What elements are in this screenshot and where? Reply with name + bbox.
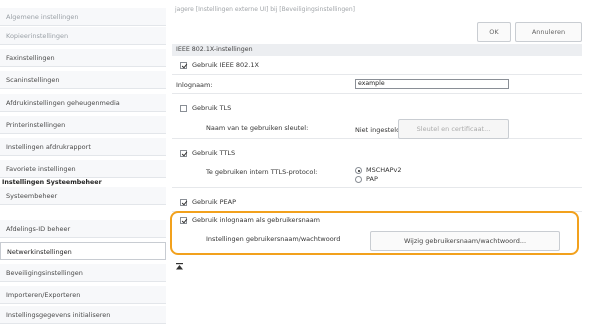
sidebar-item-favorites[interactable]: Favoriete instellingen bbox=[0, 160, 166, 178]
use-ttls-checkbox[interactable] bbox=[180, 150, 187, 157]
sidebar-item-media-print[interactable]: Afdrukinstellingen geheugenmedia bbox=[0, 94, 166, 112]
ttls-protocol-label: Te gebruiken intern TTLS-protocol: bbox=[206, 168, 318, 176]
use-tls-label: Gebruik TLS bbox=[192, 104, 232, 112]
back-to-top-icon[interactable] bbox=[176, 263, 183, 270]
key-status-text: Niet ingesteld. bbox=[355, 126, 403, 134]
row-key-name: Naam van te gebruiken sleutel: Niet inge… bbox=[172, 117, 582, 139]
use-ttls-label: Gebruik TTLS bbox=[192, 149, 236, 157]
sidebar-item-system-management[interactable]: Systeembeheer bbox=[0, 187, 166, 205]
sidebar-item-copy[interactable]: Kopieerinstellingen bbox=[0, 27, 166, 45]
key-name-label: Naam van te gebruiken sleutel: bbox=[206, 124, 309, 132]
highlight-frame bbox=[170, 211, 579, 255]
radio-mschapv2[interactable] bbox=[355, 167, 362, 174]
use-peap-label: Gebruik PEAP bbox=[192, 198, 236, 206]
row-ttls-protocol: Te gebruiken intern TTLS-protocol: MSCHA… bbox=[172, 162, 582, 188]
row-use-tls: Gebruik TLS bbox=[172, 100, 582, 117]
use-ieee-checkbox[interactable] bbox=[180, 62, 187, 69]
breadcrumb: jagere [Instellingen externe UI] bij [Be… bbox=[175, 6, 355, 13]
row-use-ieee: Gebruik IEEE 802.1X bbox=[172, 56, 582, 75]
use-ieee-label: Gebruik IEEE 802.1X bbox=[192, 61, 259, 69]
sidebar-item-general[interactable]: Algemene instellingen bbox=[0, 8, 166, 26]
section-title: IEEE 802.1X-instellingen bbox=[172, 44, 582, 56]
cancel-button[interactable]: Annuleren bbox=[515, 22, 582, 42]
row-login-name: Inlognaam: example bbox=[172, 75, 582, 94]
use-tls-checkbox[interactable] bbox=[180, 105, 187, 112]
sidebar-item-scan[interactable]: Scaninstellingen bbox=[0, 71, 166, 89]
sidebar-item-network[interactable]: Netwerkinstellingen bbox=[0, 242, 166, 260]
row-use-peap: Gebruik PEAP bbox=[172, 193, 582, 212]
sidebar-item-department-id[interactable]: Afdelings-ID beheer bbox=[0, 220, 166, 238]
radio-pap[interactable] bbox=[355, 176, 362, 183]
sidebar: Algemene instellingen Kopieerinstellinge… bbox=[0, 0, 166, 324]
row-use-ttls: Gebruik TTLS bbox=[172, 145, 582, 162]
login-name-input[interactable]: example bbox=[355, 79, 509, 89]
ok-button[interactable]: OK bbox=[477, 22, 511, 42]
sidebar-item-security[interactable]: Beveiligingsinstellingen bbox=[0, 264, 166, 282]
sidebar-item-report[interactable]: Instellingen afdrukrapport bbox=[0, 138, 166, 156]
radio-mschapv2-label: MSCHAPv2 bbox=[366, 166, 402, 174]
sidebar-item-import-export[interactable]: Importeren/Exporteren bbox=[0, 286, 166, 304]
sidebar-item-printer[interactable]: Printerinstellingen bbox=[0, 116, 166, 134]
radio-pap-label: PAP bbox=[366, 175, 378, 183]
login-name-label: Inlognaam: bbox=[176, 81, 213, 89]
key-certificate-button[interactable]: Sleutel en certificaat... bbox=[398, 119, 509, 139]
use-peap-checkbox[interactable] bbox=[180, 199, 187, 206]
sidebar-item-fax[interactable]: Faxinstellingen bbox=[0, 49, 166, 67]
sidebar-item-initialize[interactable]: Instellingsgegevens initialiseren bbox=[0, 306, 166, 324]
